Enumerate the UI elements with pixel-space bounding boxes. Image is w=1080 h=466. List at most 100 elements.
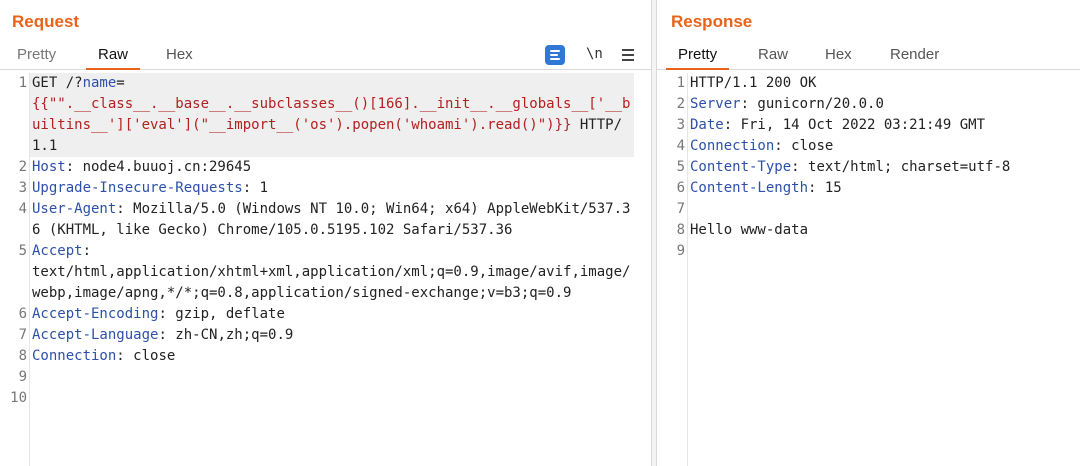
request-code[interactable]: 1 GET /?name= {{"".__class__.__base__.__s… — [0, 73, 642, 409]
response-line[interactable]: 9 — [657, 241, 1080, 262]
response-pane: Response Pretty Raw Hex Render 1 HTTP/1.1… — [657, 0, 1080, 466]
header-name: User-Agent — [32, 201, 117, 217]
request-line[interactable]: 5 Accept: text/html,application/xhtml+xml… — [0, 241, 642, 304]
line-segment: : gunicorn/20.0.0 — [740, 96, 884, 112]
header-name: Accept-Encoding — [32, 306, 159, 322]
line-segment: : close — [774, 138, 834, 154]
line-text[interactable]: Content-Length: 15 — [688, 178, 1078, 199]
response-title: Response — [671, 12, 753, 31]
response-tab-hex[interactable]: Hex — [825, 46, 852, 63]
line-number: 10 — [10, 390, 27, 406]
request-tab-pretty[interactable]: Pretty — [17, 46, 56, 63]
line-segment: HTTP/1.1 200 OK — [690, 75, 817, 91]
request-line[interactable]: 7 Accept-Language: zh-CN,zh;q=0.9 — [0, 325, 642, 346]
response-line[interactable]: 8 Hello www-data — [657, 220, 1080, 241]
line-number: 7 — [18, 327, 27, 343]
show-newlines-button[interactable]: \n — [586, 46, 603, 62]
line-segment: : 15 — [808, 180, 842, 196]
line-text[interactable]: Upgrade-Insecure-Requests: 1 — [30, 178, 634, 199]
line-text[interactable]: Connection: close — [30, 346, 634, 367]
header-name: Accept-Language — [32, 327, 159, 343]
line-number: 7 — [676, 201, 685, 217]
request-tabs: Pretty Raw Hex \n — [0, 40, 651, 70]
line-number: 8 — [676, 222, 685, 238]
request-line[interactable]: 2 Host: node4.buuoj.cn:29645 — [0, 157, 642, 178]
line-segment: : 1 — [242, 180, 269, 196]
line-segment: : text/html; charset=utf-8 — [791, 159, 1011, 175]
request-line[interactable]: 9 — [0, 367, 642, 388]
request-line[interactable]: 1 GET /?name= {{"".__class__.__base__.__s… — [0, 73, 642, 157]
request-line[interactable]: 3 Upgrade-Insecure-Requests: 1 — [0, 178, 642, 199]
line-segment: GET /? — [32, 75, 83, 91]
line-text[interactable] — [30, 388, 634, 409]
header-name: name — [82, 75, 117, 91]
line-number: 9 — [18, 369, 27, 385]
line-text[interactable]: Accept: text/html,application/xhtml+xml,… — [30, 241, 634, 304]
line-text[interactable] — [30, 367, 634, 388]
header-name: Upgrade-Insecure-Requests — [32, 180, 243, 196]
line-number: 9 — [676, 243, 685, 259]
header-name: Connection — [32, 348, 117, 364]
line-segment: : node4.buuoj.cn:29645 — [65, 159, 252, 175]
response-tabs: Pretty Raw Hex Render — [657, 40, 1080, 70]
line-text[interactable]: Hello www-data — [688, 220, 1078, 241]
line-segment: : Mozilla/5.0 (Windows NT 10.0; Win64; x… — [32, 201, 631, 238]
line-text[interactable] — [688, 199, 1078, 220]
header-name: Connection — [690, 138, 775, 154]
line-text[interactable] — [688, 241, 1078, 262]
line-segment: Hello www-data — [690, 222, 809, 238]
request-editor[interactable]: 1 GET /?name= {{"".__class__.__base__.__s… — [0, 73, 651, 466]
request-pane: Request Pretty Raw Hex \n 1 GET /?name= {… — [0, 0, 651, 466]
response-line[interactable]: 5 Content-Type: text/html; charset=utf-8 — [657, 157, 1080, 178]
header-name: Host — [32, 159, 66, 175]
line-text[interactable]: Date: Fri, 14 Oct 2022 03:21:49 GMT — [688, 115, 1078, 136]
response-line[interactable]: 4 Connection: close — [657, 136, 1080, 157]
line-number: 4 — [676, 138, 685, 154]
response-code[interactable]: 1 HTTP/1.1 200 OK 2 Server: gunicorn/20.0.0… — [657, 73, 1080, 262]
line-number: 8 — [18, 348, 27, 364]
response-line[interactable]: 2 Server: gunicorn/20.0.0 — [657, 94, 1080, 115]
line-number: 2 — [676, 96, 685, 112]
response-line[interactable]: 3 Date: Fri, 14 Oct 2022 03:21:49 GMT — [657, 115, 1080, 136]
response-tab-render[interactable]: Render — [890, 46, 939, 63]
line-number: 5 — [676, 159, 685, 175]
line-text[interactable]: Accept-Language: zh-CN,zh;q=0.9 — [30, 325, 634, 346]
line-number: 6 — [18, 306, 27, 322]
line-text[interactable]: User-Agent: Mozilla/5.0 (Windows NT 10.0… — [30, 199, 634, 241]
hamburger-menu-icon[interactable] — [622, 49, 636, 63]
line-number: 2 — [18, 159, 27, 175]
header-name: Date — [690, 117, 724, 133]
response-tab-raw[interactable]: Raw — [758, 46, 788, 63]
line-number: 4 — [18, 201, 27, 217]
line-text[interactable]: Content-Type: text/html; charset=utf-8 — [688, 157, 1078, 178]
line-number: 1 — [18, 75, 27, 91]
line-text[interactable]: HTTP/1.1 200 OK — [688, 73, 1078, 94]
line-segment: : close — [116, 348, 176, 364]
line-number: 3 — [18, 180, 27, 196]
request-title: Request — [12, 12, 80, 31]
response-editor[interactable]: 1 HTTP/1.1 200 OK 2 Server: gunicorn/20.0.0… — [657, 73, 1080, 466]
header-name: Content-Type — [690, 159, 792, 175]
line-text[interactable]: Connection: close — [688, 136, 1078, 157]
header-name: Accept — [32, 243, 83, 259]
response-tab-pretty[interactable]: Pretty — [665, 46, 730, 70]
request-line[interactable]: 8 Connection: close — [0, 346, 642, 367]
request-tab-hex[interactable]: Hex — [166, 46, 193, 63]
line-text[interactable]: Accept-Encoding: gzip, deflate — [30, 304, 634, 325]
line-number: 1 — [676, 75, 685, 91]
line-text[interactable]: Host: node4.buuoj.cn:29645 — [30, 157, 634, 178]
line-segment: : text/html,application/xhtml+xml,applic… — [32, 243, 631, 301]
request-line[interactable]: 6 Accept-Encoding: gzip, deflate — [0, 304, 642, 325]
text-wrap-icon[interactable] — [545, 45, 565, 65]
request-line[interactable]: 10 — [0, 388, 642, 409]
header-name: Content-Length — [690, 180, 809, 196]
request-line[interactable]: 4 User-Agent: Mozilla/5.0 (Windows NT 10.… — [0, 199, 642, 241]
response-line[interactable]: 6 Content-Length: 15 — [657, 178, 1080, 199]
line-segment: : Fri, 14 Oct 2022 03:21:49 GMT — [723, 117, 986, 133]
request-tab-raw[interactable]: Raw — [85, 46, 141, 70]
line-text[interactable]: GET /?name= {{"".__class__.__base__.__su… — [30, 73, 634, 157]
response-line[interactable]: 7 — [657, 199, 1080, 220]
line-text[interactable]: Server: gunicorn/20.0.0 — [688, 94, 1078, 115]
response-line[interactable]: 1 HTTP/1.1 200 OK — [657, 73, 1080, 94]
payload-text: {{"".__class__.__base__.__subclasses__()… — [32, 96, 631, 133]
